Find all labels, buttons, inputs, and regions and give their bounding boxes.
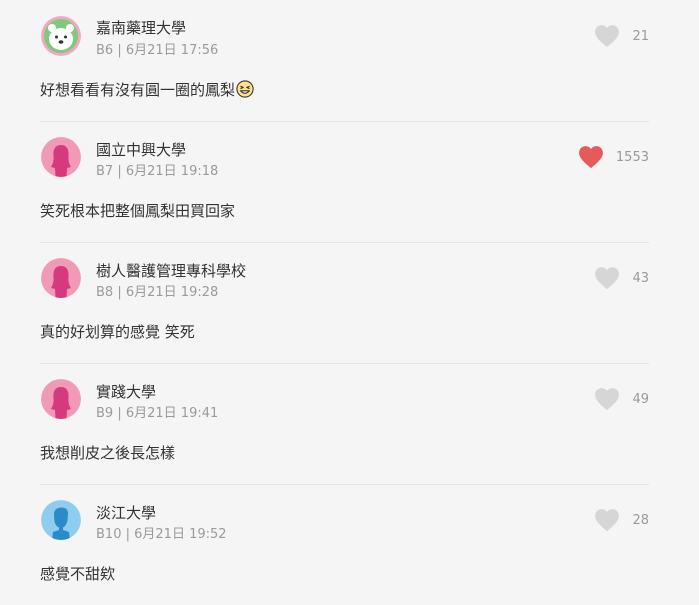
- female-avatar[interactable]: [41, 137, 81, 177]
- comment-text: 真的好划算的感覺 笑死: [40, 323, 195, 341]
- bear-avatar-icon: [41, 16, 81, 56]
- female-avatar[interactable]: [41, 379, 81, 419]
- female-avatar[interactable]: [41, 258, 81, 298]
- comment-datetime: 6月21日 19:52: [134, 527, 227, 542]
- comment-item: 國立中興大學 B7 | 6月21日 19:18 1553 笑死根本把整個鳳梨田買…: [0, 121, 699, 242]
- floor-number: B8: [96, 285, 114, 300]
- comment-item: 實踐大學 B9 | 6月21日 19:41 49 我想削皮之後長怎樣: [0, 363, 699, 484]
- comment-list: 嘉南藥理大學 B6 | 6月21日 17:56 21 好想看看有沒有圓一圈的鳳梨: [0, 0, 699, 605]
- heart-icon: [595, 509, 620, 532]
- comment-datetime: 6月21日 19:28: [125, 285, 219, 300]
- like-count: 49: [632, 391, 649, 407]
- comment-datetime: 6月21日 17:56: [125, 43, 219, 58]
- comment-meta: B7 | 6月21日 19:18: [96, 160, 218, 179]
- like-count: 28: [632, 512, 649, 528]
- school-name: 國立中興大學: [96, 141, 187, 159]
- comment-datetime: 6月21日 19:18: [125, 164, 219, 179]
- heart-icon: [595, 267, 620, 290]
- floor-number: B9: [96, 406, 114, 421]
- heart-icon: [595, 388, 620, 411]
- like-button[interactable]: 28: [594, 508, 649, 532]
- like-button[interactable]: 43: [594, 266, 649, 290]
- comment-text: 笑死根本把整個鳳梨田買回家: [40, 202, 236, 220]
- meta-separator: |: [117, 285, 126, 300]
- comment-text: 感覺不甜欸: [40, 565, 116, 583]
- floor-number: B10: [96, 527, 122, 542]
- like-button[interactable]: 49: [594, 387, 649, 411]
- comment-meta: B10 | 6月21日 19:52: [96, 523, 227, 542]
- heart-icon: [578, 146, 603, 169]
- meta-separator: |: [117, 406, 126, 421]
- floor-number: B7: [96, 164, 114, 179]
- comment-text: 好想看看有沒有圓一圈的鳳梨: [40, 79, 254, 100]
- comment-text: 我想削皮之後長怎樣: [40, 444, 176, 462]
- laughing-emoji-icon: [236, 80, 254, 98]
- like-button[interactable]: 21: [594, 24, 649, 48]
- heart-icon: [595, 25, 620, 48]
- comment-meta: B6 | 6月21日 17:56: [96, 39, 218, 58]
- comment-meta: B8 | 6月21日 19:28: [96, 281, 218, 300]
- like-count: 1553: [615, 149, 649, 165]
- school-name: 實踐大學: [96, 383, 157, 401]
- school-name: 樹人醫護管理專科學校: [96, 262, 247, 280]
- comment-datetime: 6月21日 19:41: [125, 406, 219, 421]
- meta-separator: |: [117, 43, 126, 58]
- school-name: 嘉南藥理大學: [96, 19, 187, 37]
- female-avatar-icon: [41, 137, 81, 177]
- female-avatar-icon: [41, 258, 81, 298]
- like-count: 43: [632, 270, 649, 286]
- comment-item: 嘉南藥理大學 B6 | 6月21日 17:56 21 好想看看有沒有圓一圈的鳳梨: [0, 0, 699, 121]
- meta-separator: |: [125, 527, 135, 542]
- comment-item: 淡江大學 B10 | 6月21日 19:52 28 感覺不甜欸: [0, 484, 699, 605]
- comment-text-content: 好想看看有沒有圓一圈的鳳梨: [40, 81, 236, 99]
- floor-number: B6: [96, 43, 114, 58]
- female-avatar-icon: [41, 379, 81, 419]
- bear-avatar[interactable]: [41, 16, 81, 56]
- like-count: 21: [632, 28, 649, 44]
- like-button[interactable]: 1553: [578, 145, 649, 169]
- male-avatar[interactable]: [41, 500, 81, 540]
- school-name: 淡江大學: [96, 504, 157, 522]
- male-avatar-icon: [41, 500, 81, 540]
- comment-meta: B9 | 6月21日 19:41: [96, 402, 218, 421]
- comment-item: 樹人醫護管理專科學校 B8 | 6月21日 19:28 43 真的好划算的感覺 …: [0, 242, 699, 363]
- meta-separator: |: [117, 164, 126, 179]
